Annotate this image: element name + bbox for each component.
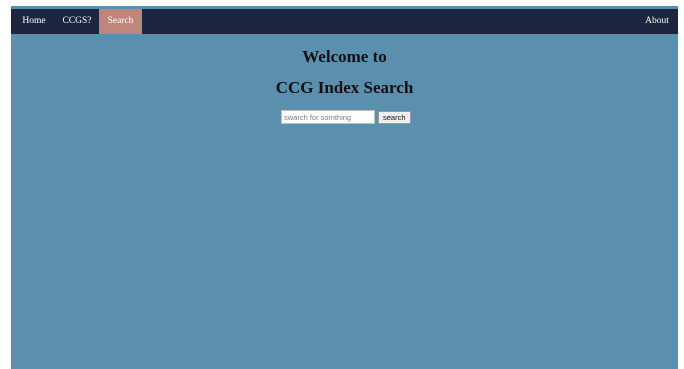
- nav-ccgs[interactable]: CCGS?: [57, 9, 97, 34]
- search-button[interactable]: search: [378, 110, 411, 124]
- welcome-heading: Welcome to: [302, 47, 387, 66]
- nav-search[interactable]: Search: [99, 9, 142, 34]
- nav-about[interactable]: About: [640, 9, 674, 34]
- page-frame: Home CCGS? Search About Welcome to CCG I…: [11, 9, 678, 369]
- navbar: Home CCGS? Search About: [11, 9, 678, 34]
- page-title: CCG Index Search: [275, 78, 414, 97]
- nav-home[interactable]: Home: [15, 9, 53, 34]
- search-form: search: [281, 110, 411, 124]
- search-input[interactable]: [281, 110, 375, 124]
